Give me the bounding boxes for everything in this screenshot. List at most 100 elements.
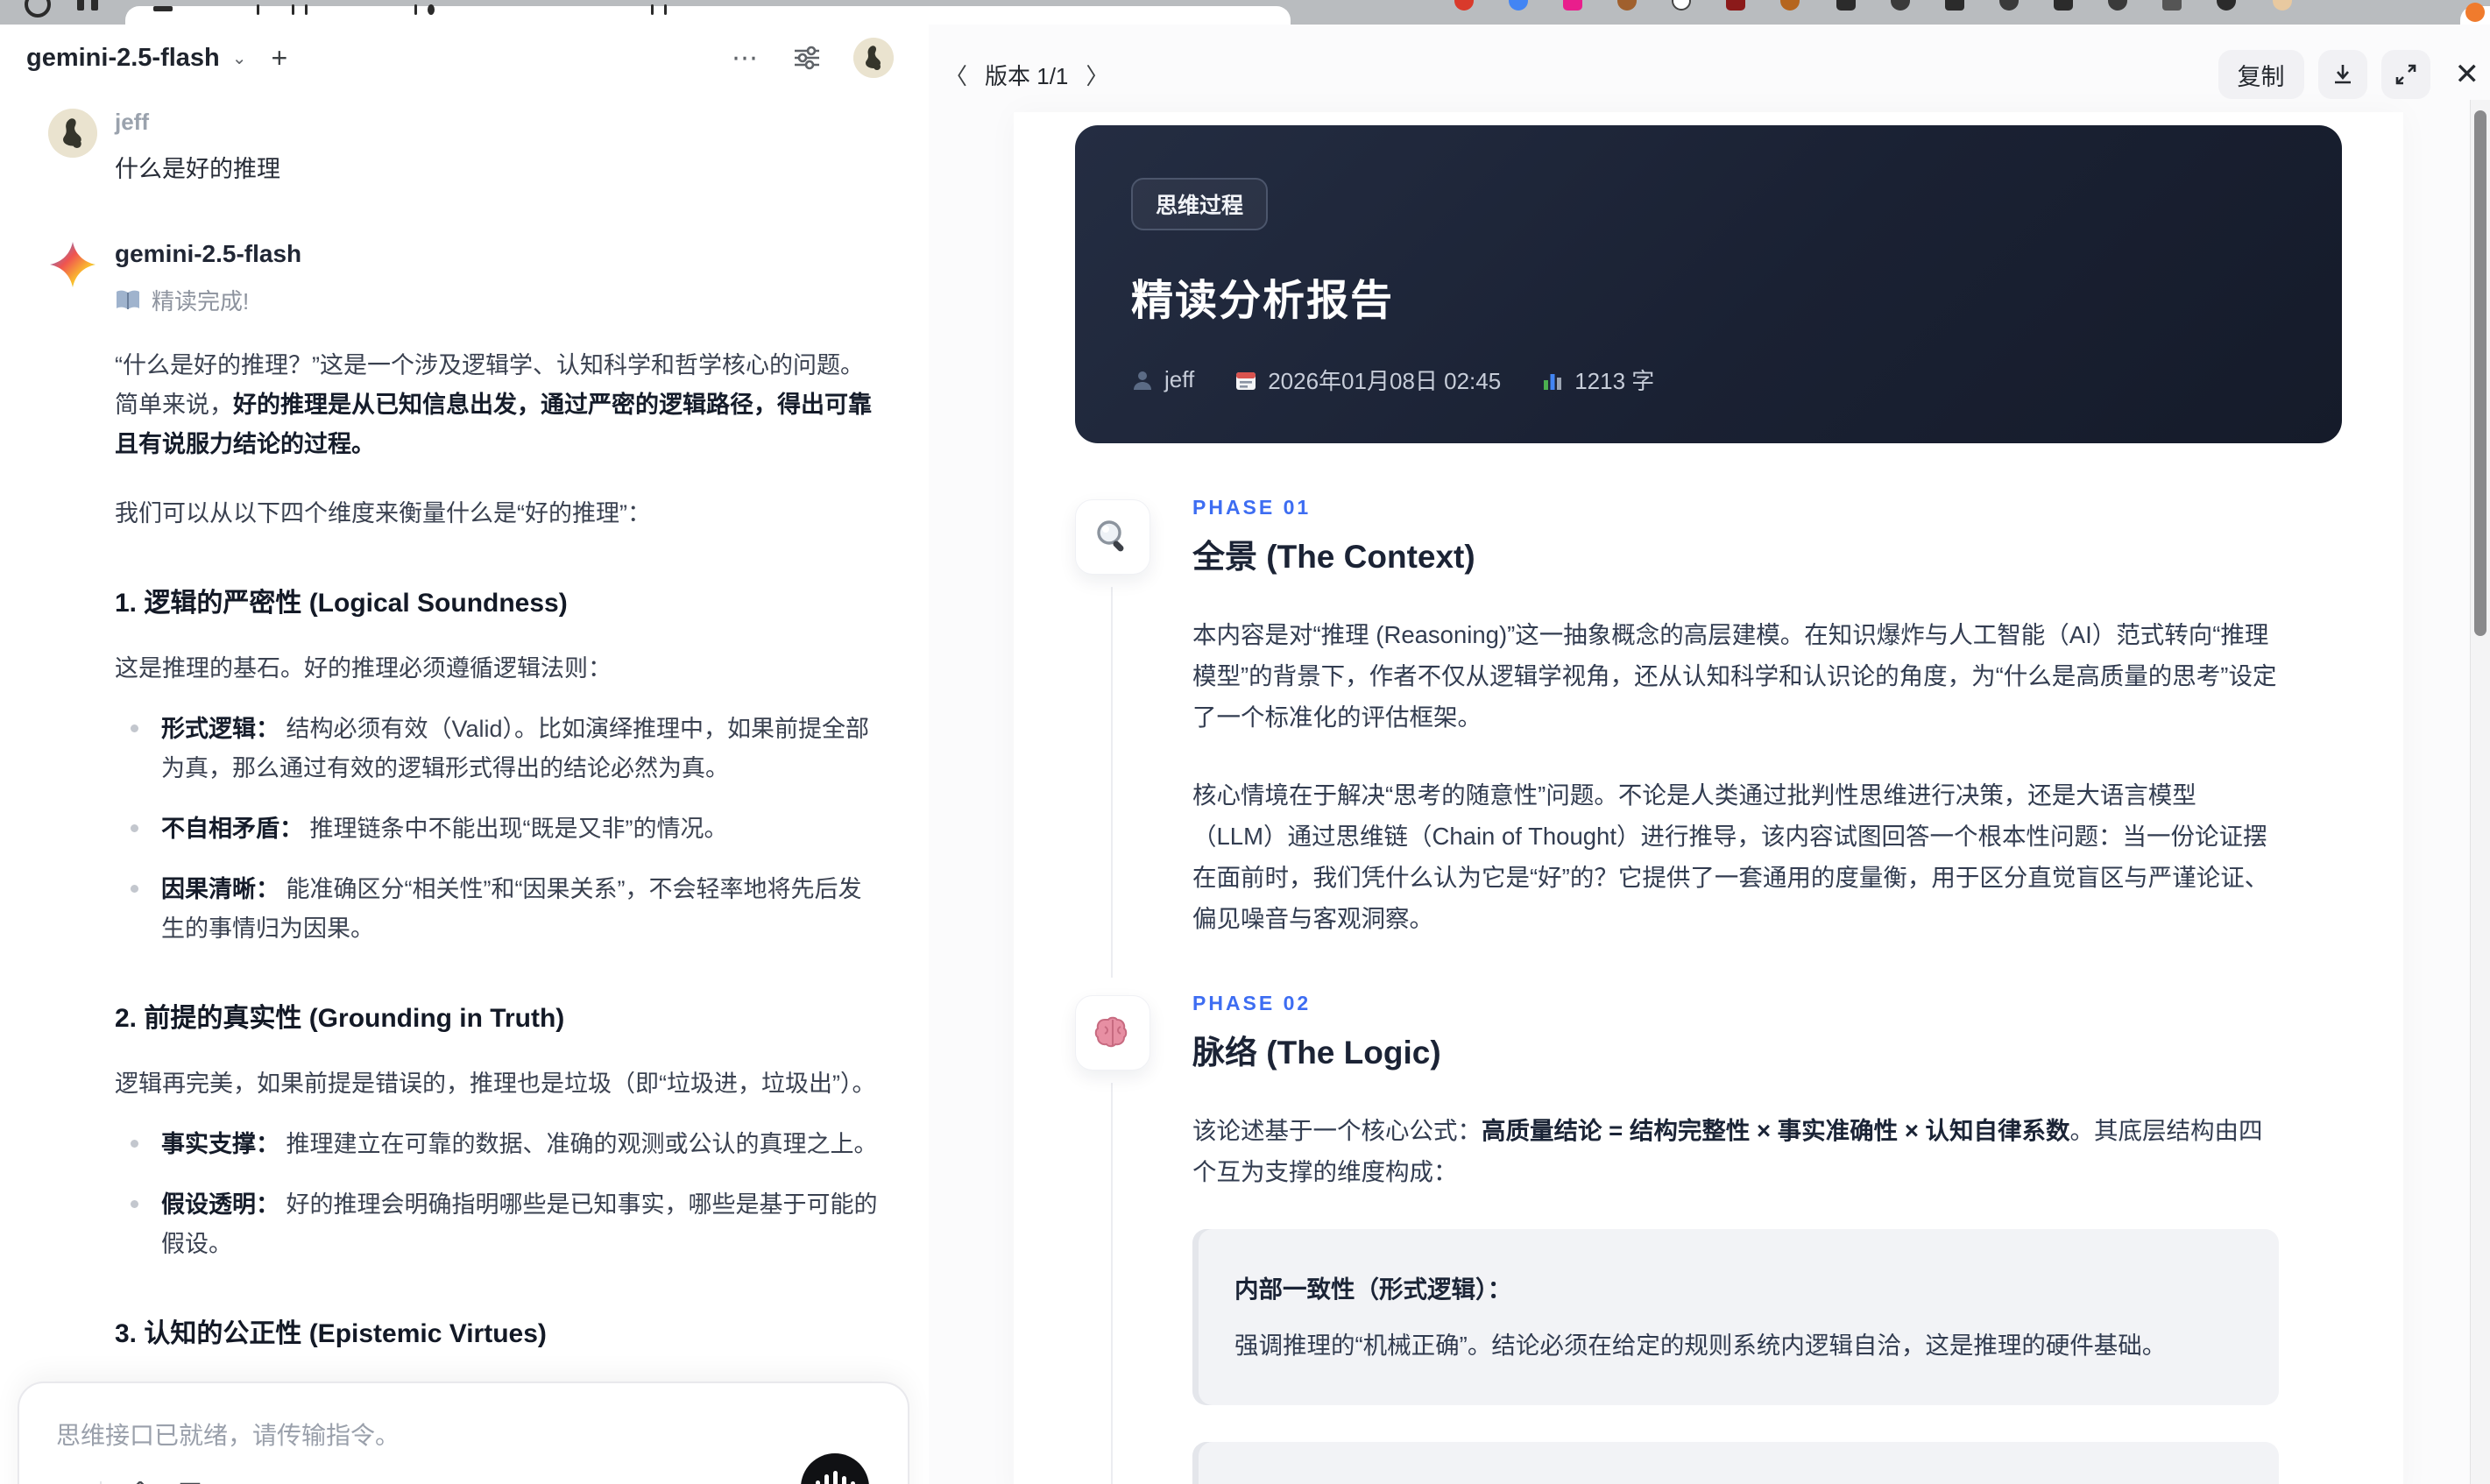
browser-edge-tab bbox=[2460, 3, 2490, 25]
chevron-down-icon[interactable]: ⌄ bbox=[232, 47, 247, 69]
user-message-text: 什么是好的推理 bbox=[115, 156, 280, 182]
brain-icon bbox=[1075, 995, 1150, 1071]
meta-author: jeff bbox=[1131, 366, 1194, 393]
composer-placeholder[interactable]: 思维接口已就绪，请传输指令。 bbox=[56, 1417, 871, 1452]
url-glyph bbox=[257, 4, 259, 15]
download-button[interactable] bbox=[2317, 50, 2367, 99]
gemini-star-icon bbox=[48, 240, 106, 289]
assistant-paragraph: “什么是好的推理？”这是一个涉及逻辑学、认知科学和哲学核心的问题。简单来说，好的… bbox=[115, 352, 872, 457]
url-glyph bbox=[651, 4, 654, 15]
extension-icon[interactable] bbox=[2217, 0, 2236, 11]
list-item: 不自相矛盾： 推理链条中不能出现“既是又非”的情况。 bbox=[115, 809, 881, 849]
assistant-status: 精读完成! bbox=[115, 284, 881, 316]
browser-strip bbox=[0, 0, 2490, 25]
extension-icon[interactable] bbox=[1509, 0, 1528, 11]
browser-address-bar[interactable] bbox=[125, 4, 1291, 25]
url-glyph bbox=[292, 4, 294, 15]
card-text: 强调推理的“机械正确”。结论必须在给定的规则系统内逻辑自洽，这是推理的硬件基础。 bbox=[1234, 1332, 2167, 1359]
report-title: 精读分析报告 bbox=[1131, 278, 1395, 324]
phase-paragraph: 核心情境在于解决“思考的随意性”问题。不论是人类通过批判性思维进行决策，还是大语… bbox=[1192, 781, 2269, 932]
magnifier-icon bbox=[1075, 499, 1150, 575]
report-meta: jeff 2026年01月08日 02:45 1213 字 bbox=[1131, 364, 2286, 396]
assistant-status-text: 精读完成! bbox=[152, 288, 250, 314]
extension-icon[interactable] bbox=[2054, 0, 2073, 11]
phase-section-2: PHASE 02 脉络 (The Logic) 该论述基于一个核心公式：高质量结… bbox=[1075, 992, 2342, 1484]
bullet-list: 事实支撑： 推理建立在可靠的数据、准确的观测或公认的真理之上。 假设透明： 好的… bbox=[115, 1125, 881, 1264]
dimension-cards: 内部一致性（形式逻辑）： 强调推理的“机械正确”。结论必须在给定的规则系统内逻辑… bbox=[1192, 1229, 2279, 1484]
phase-label: PHASE 02 bbox=[1192, 992, 1312, 1014]
meta-word-count: 1213 字 bbox=[1541, 364, 1654, 396]
attach-plus-button[interactable]: + bbox=[56, 1476, 75, 1484]
list-item: 形式逻辑： 结构必须有效（Valid）。比如演绎推理中，如果前提全部为真，那么通… bbox=[115, 710, 881, 788]
browser-reload-icon[interactable] bbox=[25, 0, 51, 18]
section-heading: 1. 逻辑的严密性 (Logical Soundness) bbox=[115, 589, 568, 618]
copy-button[interactable]: 复制 bbox=[2218, 50, 2304, 99]
extension-icon[interactable] bbox=[1836, 0, 1856, 11]
preview-scrollbar[interactable] bbox=[2470, 100, 2490, 1484]
list-item: 事实支撑： 推理建立在可靠的数据、准确的观测或公认的真理之上。 bbox=[115, 1125, 881, 1164]
browser-glyph bbox=[77, 0, 84, 11]
composer[interactable]: 思维接口已就绪，请传输指令。 + bbox=[18, 1382, 909, 1484]
extension-icon[interactable] bbox=[2108, 0, 2127, 11]
chat-header: gemini-2.5-flash ⌄ + ⋯ bbox=[0, 25, 929, 91]
skills-diamond-icon[interactable] bbox=[126, 1480, 154, 1484]
assistant-paragraph: 我们可以从以下四个维度来衡量什么是“好的推理”： bbox=[115, 500, 651, 526]
extension-icon[interactable] bbox=[1999, 0, 2019, 11]
voice-input-button[interactable] bbox=[801, 1453, 869, 1484]
settings-sliders-icon[interactable] bbox=[792, 43, 822, 73]
chevron-right-icon[interactable]: 〉 bbox=[1086, 59, 1108, 91]
dimension-card: 外部真实性（前提基础）： 强调推理的“经验校准”。解决“GIGO（垃圾进，垃圾出… bbox=[1192, 1442, 2279, 1484]
extension-icon[interactable] bbox=[1617, 0, 1637, 11]
extension-icon[interactable] bbox=[1454, 0, 1474, 11]
section-heading: 2. 前提的真实性 (Grounding in Truth) bbox=[115, 1004, 565, 1033]
url-glyph bbox=[664, 4, 667, 15]
more-options-icon[interactable]: ⋯ bbox=[732, 43, 760, 74]
bar-chart-icon bbox=[1541, 369, 1564, 392]
close-preview-button[interactable]: ✕ bbox=[2455, 57, 2480, 92]
extension-icon[interactable] bbox=[1672, 0, 1691, 11]
list-item: 假设透明： 好的推理会明确指明哪些是已知事实，哪些是基于可能的假设。 bbox=[115, 1185, 881, 1264]
card-title: 内部一致性（形式逻辑）： bbox=[1234, 1276, 1512, 1303]
profile-avatar-icon[interactable] bbox=[2273, 0, 2292, 11]
phase-paragraph: 本内容是对“推理 (Reasoning)”这一抽象概念的高层建模。在知识爆炸与人… bbox=[1192, 621, 2277, 731]
report-content: 思维过程 精读分析报告 jeff 2026年01月08日 02:45 1213 … bbox=[1014, 112, 2403, 1484]
extension-icon[interactable] bbox=[1891, 0, 1910, 11]
extension-icon[interactable] bbox=[1726, 0, 1745, 11]
phase-paragraph: 该论述基于一个核心公式：高质量结论 = 结构完整性 × 事实准确性 × 认知自律… bbox=[1192, 1117, 2263, 1185]
extensions-grid-icon[interactable] bbox=[2162, 0, 2182, 11]
book-icon bbox=[115, 289, 141, 312]
tab-menu-glyph bbox=[153, 6, 173, 11]
dimension-card: 内部一致性（形式逻辑）： 强调推理的“机械正确”。结论必须在给定的规则系统内逻辑… bbox=[1192, 1229, 2279, 1405]
extension-icon[interactable] bbox=[1945, 0, 1964, 11]
calendar-icon bbox=[1234, 369, 1257, 392]
phase-title: 全景 (The Context) bbox=[1192, 539, 1475, 575]
extension-icon[interactable] bbox=[1563, 0, 1582, 11]
phase-title: 脉络 (The Logic) bbox=[1192, 1035, 1441, 1071]
expand-button[interactable] bbox=[2380, 50, 2430, 99]
user-avatar bbox=[48, 109, 97, 158]
scrollbar-thumb[interactable] bbox=[2474, 110, 2486, 636]
section-intro: 这是推理的基石。好的推理必须遵循逻辑法则： bbox=[115, 655, 612, 682]
section-heading: 3. 认知的公正性 (Epistemic Virtues) bbox=[115, 1319, 547, 1348]
phase-label: PHASE 01 bbox=[1192, 496, 1312, 519]
url-glyph bbox=[414, 4, 417, 15]
preview-toolbar: 〈 版本 1/1 〉 复制 ✕ bbox=[944, 47, 2479, 102]
user-message: jeff 什么是好的推理 bbox=[48, 109, 881, 184]
extension-icon[interactable] bbox=[1780, 0, 1800, 11]
chat-panel: gemini-2.5-flash ⌄ + ⋯ jeff 什么是好的推理 gemi… bbox=[0, 25, 929, 1484]
url-glyph bbox=[428, 4, 435, 15]
browser-glyph bbox=[91, 0, 98, 11]
report-badge: 思维过程 bbox=[1131, 178, 1269, 230]
bookmark-icon[interactable] bbox=[179, 1481, 202, 1484]
orange-blob-icon bbox=[2465, 3, 2485, 22]
bullet-list: 形式逻辑： 结构必须有效（Valid）。比如演绎推理中，如果前提全部为真，那么通… bbox=[115, 710, 881, 949]
user-avatar[interactable] bbox=[853, 38, 894, 78]
chevron-left-icon[interactable]: 〈 bbox=[944, 59, 967, 91]
new-chat-button[interactable]: + bbox=[272, 42, 288, 74]
report-hero-card: 思维过程 精读分析报告 jeff 2026年01月08日 02:45 1213 … bbox=[1075, 125, 2342, 443]
user-name: jeff bbox=[115, 109, 149, 135]
chat-message-list[interactable]: jeff 什么是好的推理 gemini-2.5-flash 精读完成! “什么是… bbox=[0, 91, 929, 1484]
model-selector[interactable]: gemini-2.5-flash bbox=[26, 44, 220, 73]
assistant-message: gemini-2.5-flash 精读完成! “什么是好的推理？”这是一个涉及逻… bbox=[48, 240, 881, 1484]
app-window: gemini-2.5-flash ⌄ + ⋯ jeff 什么是好的推理 gemi… bbox=[0, 25, 2490, 1484]
